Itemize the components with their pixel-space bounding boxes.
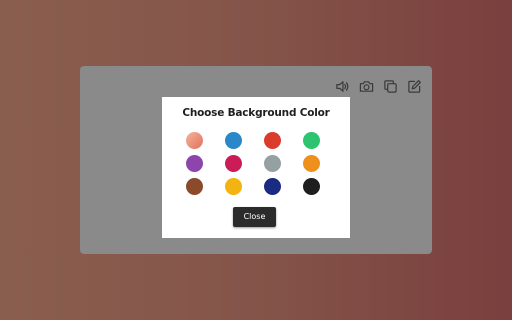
dialog-title: Choose Background Color xyxy=(182,107,330,119)
color-swatch-grid xyxy=(186,132,320,195)
color-swatch-green[interactable] xyxy=(303,132,320,149)
background-color-dialog: Choose Background Color Close xyxy=(162,97,350,238)
toolbar xyxy=(334,78,422,94)
color-swatch-brown[interactable] xyxy=(186,178,203,195)
volume-icon[interactable] xyxy=(334,78,350,94)
close-button[interactable]: Close xyxy=(233,207,276,227)
color-swatch-purple[interactable] xyxy=(186,155,203,172)
color-swatch-gray[interactable] xyxy=(264,155,281,172)
color-swatch-black[interactable] xyxy=(303,178,320,195)
color-swatch-crimson[interactable] xyxy=(225,155,242,172)
color-swatch-amber[interactable] xyxy=(225,178,242,195)
copy-icon[interactable] xyxy=(382,78,398,94)
color-swatch-navy[interactable] xyxy=(264,178,281,195)
camera-icon[interactable] xyxy=(358,78,374,94)
color-swatch-orange[interactable] xyxy=(303,155,320,172)
edit-icon[interactable] xyxy=(406,78,422,94)
color-swatch-peach[interactable] xyxy=(186,132,203,149)
color-swatch-red[interactable] xyxy=(264,132,281,149)
color-swatch-blue[interactable] xyxy=(225,132,242,149)
